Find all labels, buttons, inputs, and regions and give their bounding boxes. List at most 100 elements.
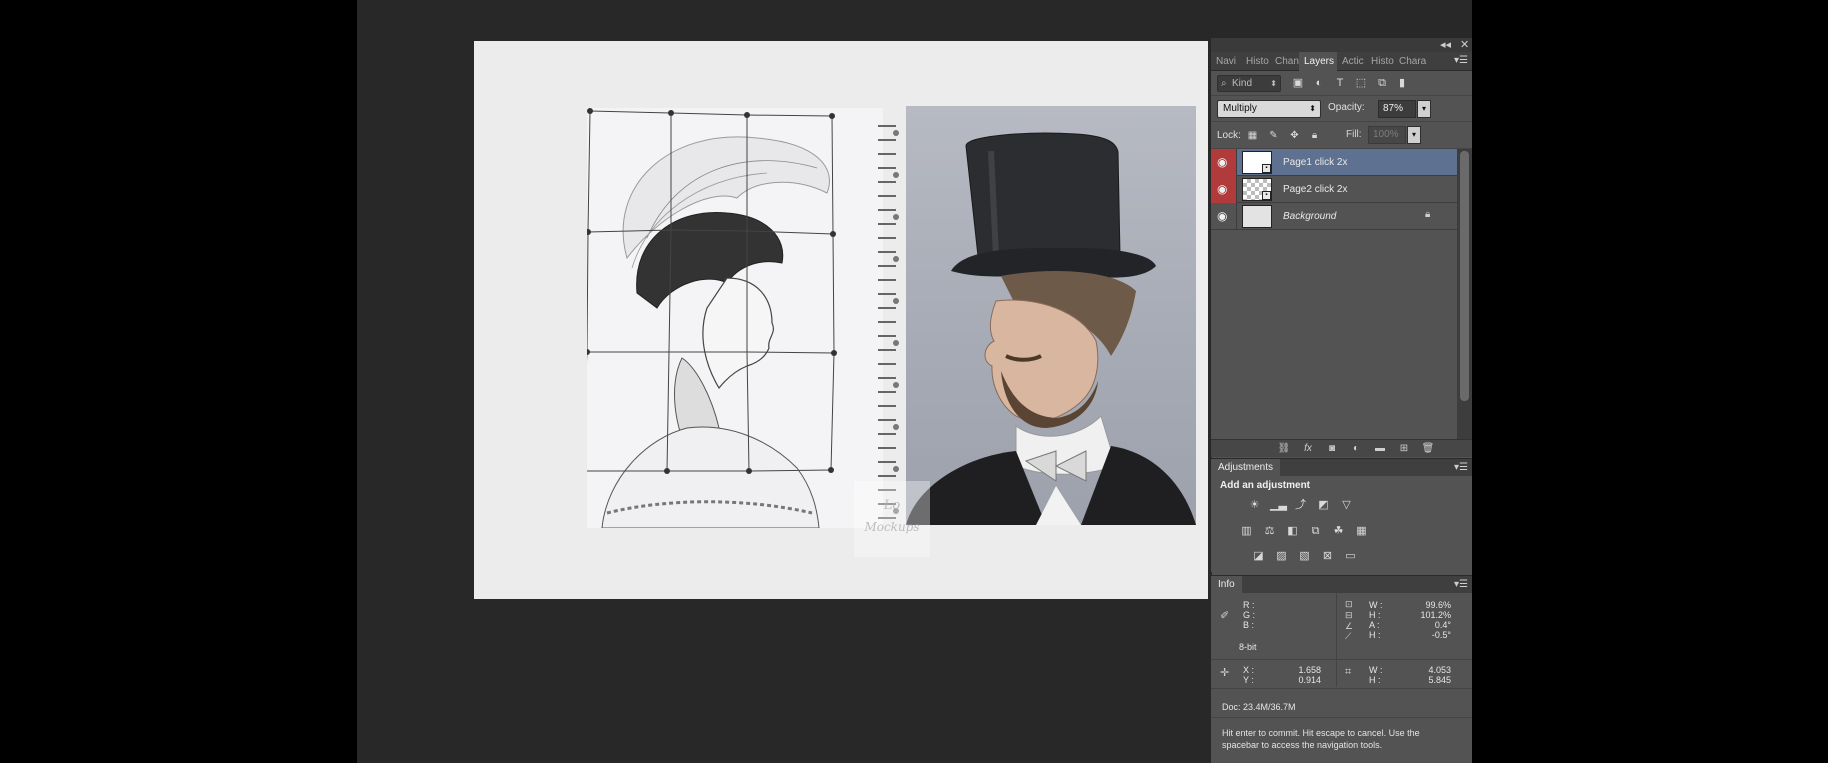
filter-toggle-icon[interactable]: ▮: [1395, 76, 1409, 90]
panel-tabs: Navi Histo Chan Layers Actic Histo Chara…: [1211, 52, 1472, 71]
panel-menu-icon[interactable]: ▾☰: [1454, 579, 1468, 590]
lock-transparent-icon[interactable]: ▦: [1246, 129, 1259, 142]
curves-icon[interactable]: ⤴: [1293, 498, 1308, 513]
delete-layer-icon[interactable]: 🗑︎: [1421, 442, 1435, 456]
document-canvas[interactable]: Lo Mockups: [474, 41, 1208, 599]
svg-text:Mockups: Mockups: [863, 520, 919, 534]
filter-smart-object-icon[interactable]: ⧉: [1375, 76, 1389, 90]
tab-navigator[interactable]: Navi: [1211, 52, 1241, 71]
fx-icon[interactable]: fx: [1301, 442, 1315, 456]
close-panel-icon[interactable]: ✕: [1460, 38, 1469, 51]
tab-info[interactable]: Info: [1211, 576, 1242, 594]
black-white-icon[interactable]: ◧: [1285, 524, 1300, 539]
new-adjustment-icon[interactable]: ◐: [1349, 442, 1363, 456]
blend-mode-value: Multiply: [1223, 103, 1257, 114]
svg-text:Lo: Lo: [883, 498, 901, 513]
visibility-toggle[interactable]: ◉: [1211, 149, 1237, 176]
tab-adjustments[interactable]: Adjustments: [1211, 459, 1281, 477]
threshold-icon[interactable]: ▧: [1297, 549, 1312, 564]
lock-position-icon[interactable]: ✥: [1288, 129, 1301, 142]
adjustments-title: Add an adjustment: [1220, 480, 1311, 491]
layer-name[interactable]: Background: [1283, 211, 1336, 222]
channel-mixer-icon[interactable]: ☘: [1331, 524, 1346, 539]
fill-input[interactable]: 100%: [1368, 126, 1406, 144]
collapse-panels-icon[interactable]: ◂◂: [1440, 38, 1451, 51]
tab-character[interactable]: Chara: [1394, 52, 1428, 71]
info-w-label: W :: [1369, 600, 1383, 610]
tab-history[interactable]: Histo: [1366, 52, 1394, 71]
invert-icon[interactable]: ◪: [1251, 549, 1266, 564]
notebook-spiral: [876, 124, 906, 520]
kind-filter-label: Kind: [1232, 78, 1253, 89]
opacity-dropdown-button[interactable]: ▾: [1417, 100, 1431, 118]
filter-shape-icon[interactable]: ⬚: [1354, 76, 1368, 90]
selective-color-icon[interactable]: ⊠: [1320, 549, 1335, 564]
scrollbar-thumb[interactable]: [1460, 151, 1469, 401]
layer-row[interactable]: ◉ ▪ Page1 click 2x: [1211, 149, 1457, 176]
chevron-updown-icon: ⬍: [1270, 79, 1277, 88]
filter-type-icon[interactable]: T: [1333, 76, 1347, 90]
panel-menu-icon[interactable]: ▾☰: [1454, 462, 1468, 473]
new-layer-icon[interactable]: ⊞: [1397, 442, 1411, 456]
layer-row[interactable]: ◉ ▪ Page2 click 2x: [1211, 176, 1457, 203]
info-h2-value: -0.5°: [1431, 630, 1451, 640]
info-w-value: 99.6%: [1425, 600, 1451, 610]
scale-height-icon: ⊟: [1345, 610, 1353, 620]
lock-paint-icon[interactable]: ✎: [1267, 129, 1280, 142]
layer-filter-bar: ⌕ Kind ⬍ ▣ ◐ T ⬚ ⧉ ▮: [1211, 71, 1472, 96]
brightness-contrast-icon[interactable]: ☀: [1247, 498, 1262, 513]
skew-icon: ⟋: [1345, 631, 1352, 641]
eyedropper-icon: ✐: [1220, 610, 1230, 622]
fill-label: Fill:: [1346, 129, 1362, 140]
photo-filter-icon[interactable]: ⧉: [1308, 524, 1323, 539]
hue-saturation-icon[interactable]: ▥: [1239, 524, 1254, 539]
kind-filter-select[interactable]: ⌕ Kind ⬍: [1217, 75, 1281, 92]
vibrance-icon[interactable]: ▽: [1339, 498, 1354, 513]
watermark-logo: Lo Mockups: [854, 481, 930, 557]
info-w2-value: 4.053: [1428, 665, 1451, 675]
tab-actions[interactable]: Actic: [1337, 52, 1366, 71]
add-mask-icon[interactable]: ◙: [1325, 442, 1339, 456]
opacity-input[interactable]: 87%: [1378, 100, 1416, 118]
filter-adjustment-icon[interactable]: ◐: [1312, 76, 1326, 90]
panel-title-strip: ◂◂ ✕: [1211, 38, 1472, 52]
posterize-icon[interactable]: ▨: [1274, 549, 1289, 564]
layer-name[interactable]: Page1 click 2x: [1283, 157, 1347, 168]
color-lookup-icon[interactable]: ▦: [1354, 524, 1369, 539]
color-balance-icon[interactable]: ⚖: [1262, 524, 1277, 539]
opacity-label: Opacity:: [1328, 102, 1365, 113]
layers-footer-toolbar: ⛓ fx ◙ ◐ ▬ ⊞ 🗑︎: [1211, 439, 1472, 457]
lock-icon: 🔒︎: [1425, 209, 1431, 220]
filter-pixel-icon[interactable]: ▣: [1291, 76, 1305, 90]
blend-mode-bar: Multiply ⬍ Opacity: 87% ▾: [1211, 96, 1472, 122]
layer-name[interactable]: Page2 click 2x: [1283, 184, 1347, 195]
layer-thumbnail: [1242, 205, 1272, 228]
info-panel-header: Info ▾☰: [1211, 575, 1472, 594]
blend-mode-select[interactable]: Multiply ⬍: [1217, 100, 1321, 118]
layer-thumbnail: ▪: [1242, 151, 1272, 174]
info-x-label: X :: [1243, 665, 1255, 675]
chevron-updown-icon: ⬍: [1309, 104, 1316, 113]
gradient-map-icon[interactable]: ▭: [1343, 549, 1358, 564]
visibility-toggle[interactable]: ◉: [1211, 203, 1237, 230]
info-y-label: Y :: [1243, 675, 1254, 685]
tab-layers[interactable]: Layers: [1299, 52, 1337, 71]
info-divider: [1211, 688, 1472, 689]
new-group-icon[interactable]: ▬: [1373, 442, 1387, 456]
info-divider: [1211, 717, 1472, 718]
panel-menu-icon[interactable]: ▾☰: [1454, 55, 1468, 66]
lady-illustration: [580, 108, 837, 529]
visibility-toggle[interactable]: ◉: [1211, 176, 1237, 203]
tab-histogram[interactable]: Histo: [1241, 52, 1270, 71]
levels-icon[interactable]: ▁▃: [1270, 498, 1287, 513]
tab-channels[interactable]: Chan: [1270, 52, 1299, 71]
layer-row[interactable]: ◉ Background 🔒︎: [1211, 203, 1457, 230]
lock-all-icon[interactable]: 🔒︎: [1308, 129, 1321, 142]
fill-dropdown-button[interactable]: ▾: [1407, 126, 1421, 144]
lock-bar: Lock: ▦ ✎ ✥ 🔒︎ Fill: 100% ▾: [1211, 122, 1472, 149]
layers-scrollbar[interactable]: [1457, 149, 1472, 439]
link-layers-icon[interactable]: ⛓: [1277, 442, 1291, 456]
info-h3-value: 5.845: [1428, 675, 1451, 685]
exposure-icon[interactable]: ◩: [1316, 498, 1331, 513]
info-h-value: 101.2%: [1420, 610, 1451, 620]
